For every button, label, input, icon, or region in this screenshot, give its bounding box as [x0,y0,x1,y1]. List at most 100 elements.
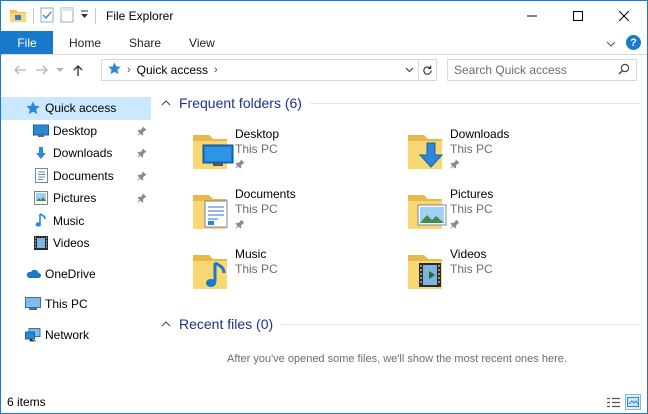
quick-access-toolbar [1,7,96,26]
details-view-button[interactable] [605,394,621,410]
folder-tile-videos[interactable]: Videos This PC [406,247,616,303]
sidebar-item-videos[interactable]: Videos [1,232,151,255]
search-icon[interactable] [618,63,630,78]
tab-home[interactable]: Home [53,31,115,54]
sidebar-item-desktop[interactable]: Desktop [1,120,151,143]
refresh-icon [423,65,432,75]
folder-tile-desktop[interactable]: Desktop This PC [191,127,401,183]
documents-folder-icon [191,187,239,235]
pin-icon[interactable] [450,158,460,172]
pin-icon[interactable] [137,170,147,184]
back-arrow-icon [14,65,26,75]
pin-icon[interactable] [450,218,460,232]
sidebar-item-label: Music [53,213,85,228]
folder-location: This PC [450,202,493,216]
pin-icon[interactable] [137,125,147,139]
new-folder-icon[interactable] [60,7,74,26]
minimize-button[interactable] [509,1,555,31]
search-placeholder: Search Quick access [454,63,567,77]
maximize-button[interactable] [555,1,601,31]
breadcrumb-chevron-icon[interactable]: › [127,64,131,76]
videos-folder-icon [406,247,454,295]
sidebar-item-label: This PC [45,297,88,312]
chevron-up-icon[interactable] [159,321,173,327]
group-divider [281,323,641,325]
refresh-button[interactable] [419,59,437,81]
sidebar-item-network[interactable]: Network [1,324,151,347]
folder-tile-documents[interactable]: Documents This PC [191,187,401,243]
folder-name: Downloads [450,127,510,141]
large-icons-view-icon [627,397,639,407]
view-switcher [605,394,641,410]
close-button[interactable] [601,1,647,31]
help-icon[interactable]: ? [626,35,641,50]
music-note-icon [33,213,49,229]
pin-icon[interactable] [137,147,147,161]
details-view-icon [606,397,620,407]
chevron-down-icon [56,67,64,72]
downloads-folder-icon [406,127,454,175]
breadcrumb-chevron-icon[interactable]: › [214,64,218,76]
frequent-folders-header[interactable]: Frequent folders (6) [153,95,641,111]
properties-icon[interactable] [40,7,54,26]
pin-icon[interactable] [235,218,245,232]
quick-access-star-icon [108,62,121,78]
maximize-icon [573,11,583,21]
address-bar[interactable]: › Quick access › [101,59,419,81]
navigation-pane: Quick access Desktop Downloads Documents… [1,97,151,387]
expand-ribbon-chevron-icon[interactable] [606,36,616,50]
recent-files-empty-message: After you've opened some files, we'll sh… [227,353,567,365]
forward-button[interactable] [31,58,53,82]
toolbar-separator [95,8,96,24]
pin-icon[interactable] [235,158,245,172]
sidebar-item-onedrive[interactable]: OneDrive [1,263,151,286]
sidebar-item-this-pc[interactable]: This PC [1,293,151,316]
sidebar-item-label: OneDrive [45,266,96,281]
address-dropdown-button[interactable] [400,60,418,80]
sidebar-item-quick-access[interactable]: Quick access [1,97,151,120]
folder-location: This PC [235,262,278,276]
cloud-icon [25,266,41,282]
videos-icon [33,235,49,251]
content-pane: Frequent folders (6) Desktop This PC Dow… [153,87,647,387]
tab-file[interactable]: File [1,31,53,54]
folder-tile-pictures[interactable]: Pictures This PC [406,187,616,243]
folder-name: Desktop [235,127,280,141]
tab-share[interactable]: Share [115,31,175,54]
pin-icon[interactable] [137,192,147,206]
folder-name: Music [235,247,267,261]
search-input[interactable]: Search Quick access [447,59,637,81]
ribbon-right-controls: ? [606,31,647,54]
sidebar-item-label: Downloads [53,146,113,161]
sidebar-item-pictures[interactable]: Pictures [1,187,151,210]
close-icon [619,11,629,21]
sidebar-item-music[interactable]: Music [1,210,151,233]
folder-tile-music[interactable]: Music This PC [191,247,401,303]
chevron-up-icon[interactable] [159,100,173,106]
network-icon [25,327,41,343]
window-title: File Explorer [106,9,174,23]
customize-toolbar-chevron-icon[interactable] [80,9,89,23]
sidebar-item-label: Desktop [53,123,98,138]
pictures-folder-icon [406,187,454,235]
computer-icon [25,296,41,312]
documents-icon [33,168,49,184]
folder-app-icon[interactable] [9,7,27,26]
sidebar-item-label: Videos [53,236,90,251]
up-button[interactable] [67,58,89,82]
folder-tile-downloads[interactable]: Downloads This PC [406,127,616,183]
tab-view[interactable]: View [175,31,229,54]
large-icons-view-button[interactable] [625,394,641,410]
folder-location: This PC [235,202,278,216]
folder-name: Documents [235,187,296,201]
folder-location: This PC [450,262,493,276]
sidebar-item-documents[interactable]: Documents [1,165,151,188]
back-button[interactable] [9,58,31,82]
folder-name: Pictures [450,187,494,201]
breadcrumb-quick-access[interactable]: Quick access [137,63,208,77]
recent-files-header[interactable]: Recent files (0) [153,316,641,332]
recent-locations-button[interactable] [53,58,67,82]
sidebar-item-downloads[interactable]: Downloads [1,142,151,165]
toolbar-separator [33,8,34,24]
desktop-icon [33,123,49,139]
